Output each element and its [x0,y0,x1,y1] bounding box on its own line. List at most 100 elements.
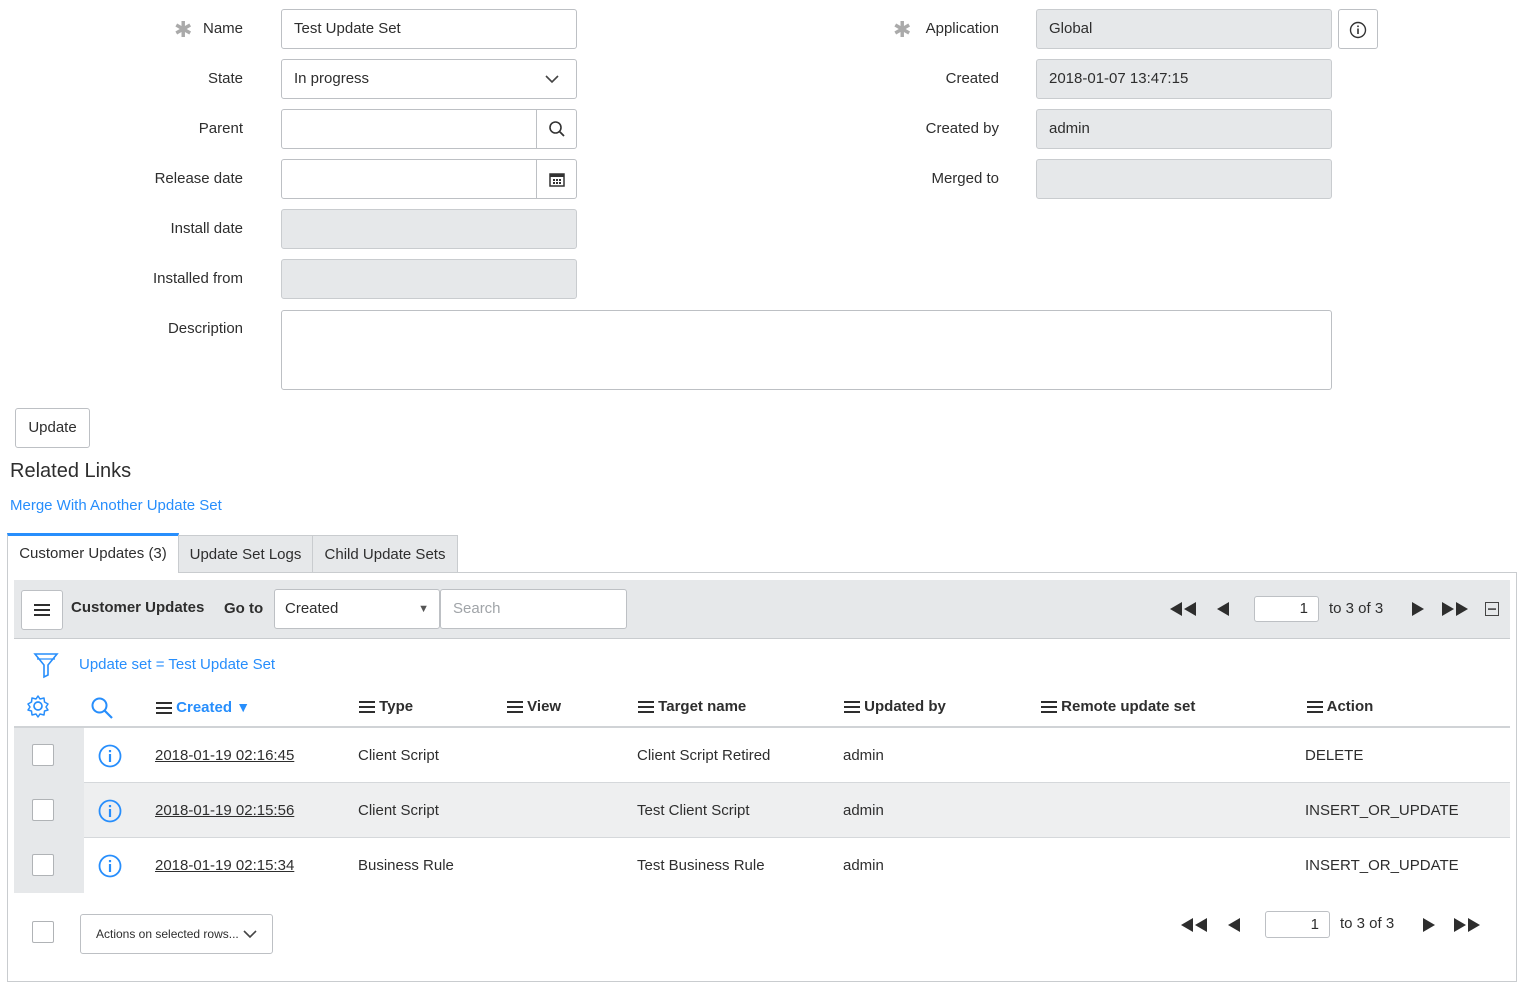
info-icon [1349,21,1367,39]
hamburger-icon [507,698,523,716]
cell-action: INSERT_OR_UPDATE [1305,802,1459,819]
related-links-heading: Related Links [10,460,132,482]
hamburger-icon [359,698,375,716]
hamburger-icon [156,699,172,717]
col-header-type[interactable]: Type [359,696,413,718]
chevron-down-icon [545,75,559,84]
row-checkbox[interactable] [32,799,54,821]
select-all-checkbox[interactable] [32,921,54,943]
cell-created[interactable]: 2018-01-19 02:15:34 [155,838,294,893]
install-date-field [281,209,577,249]
goto-field-value: Created [285,600,339,617]
cell-type: Client Script [358,747,439,764]
page-info: to 3 of 3 [1329,600,1384,617]
col-header-view-label: View [527,698,562,715]
installed-from-label: Installed from [152,270,243,287]
first-page-icon[interactable] [1179,917,1211,933]
last-page-icon[interactable] [1440,601,1472,617]
release-date-picker-button[interactable] [536,160,576,198]
sort-desc-icon: ▼ [236,699,251,715]
col-header-view[interactable]: View [507,696,561,718]
merged-to-label: Merged to [931,170,999,187]
actions-on-selected-select[interactable]: Actions on selected rows... [80,914,273,954]
cell-action: INSERT_OR_UPDATE [1305,857,1459,874]
next-page-icon[interactable] [1421,917,1437,933]
created-by-label: Created by [925,120,999,137]
collapse-icon[interactable] [1485,602,1499,616]
application-field: Global [1036,9,1332,49]
created-value: 2018-01-07 13:47:15 [1049,70,1189,87]
col-header-target-name[interactable]: Target name [638,696,746,718]
cell-target-name: Test Business Rule [637,857,765,874]
footer-page-info: to 3 of 3 [1340,915,1395,932]
list-search-input[interactable]: Search [440,589,627,629]
update-button[interactable]: Update [15,408,90,448]
col-header-updated-by[interactable]: Updated by [844,696,946,718]
goto-field-select[interactable]: Created ▼ [274,589,440,629]
merged-to-field [1036,159,1332,199]
list-menu-button[interactable] [21,590,63,630]
calendar-icon [548,173,565,187]
cell-created[interactable]: 2018-01-19 02:16:45 [155,728,294,783]
hamburger-icon [638,698,654,716]
list-title: Customer Updates [71,599,205,616]
application-info-button[interactable] [1338,9,1378,49]
state-label: State [207,70,243,87]
installed-from-field [281,259,577,299]
info-icon[interactable] [98,799,122,823]
state-select[interactable]: In progress [281,59,577,99]
tab-customer-updates[interactable]: Customer Updates (3) [7,533,179,573]
merge-update-set-link[interactable]: Merge With Another Update Set [10,497,222,514]
row-checkbox[interactable] [32,744,54,766]
name-field[interactable]: Test Update Set [281,9,577,49]
next-page-icon[interactable] [1410,601,1426,617]
footer-page-number-value: 1 [1310,916,1319,933]
col-header-type-label: Type [379,698,414,715]
gear-icon[interactable] [26,694,50,718]
info-icon[interactable] [98,854,122,878]
created-field: 2018-01-07 13:47:15 [1036,59,1332,99]
col-header-remote-update-set-label: Remote update set [1061,698,1196,715]
state-select-value: In progress [294,70,370,87]
description-textarea[interactable] [281,310,1332,390]
col-header-remote-update-set[interactable]: Remote update set [1041,696,1195,718]
footer-page-number-input[interactable]: 1 [1265,911,1330,938]
filter-icon[interactable] [33,651,59,679]
hamburger-icon [34,601,50,619]
table-row: 2018-01-19 02:15:34 Business Rule Test B… [14,838,1510,893]
col-header-updated-by-label: Updated by [864,698,946,715]
parent-label: Parent [198,120,243,137]
col-header-action-label: Action [1326,698,1374,715]
goto-label: Go to [224,600,264,617]
last-page-icon[interactable] [1452,917,1484,933]
filter-breadcrumb[interactable]: Update set = Test Update Set [79,656,275,673]
created-label: Created [945,70,999,87]
actions-on-selected-label: Actions on selected rows... [96,927,239,941]
cell-target-name: Client Script Retired [637,747,771,764]
tab-update-set-logs[interactable]: Update Set Logs [178,535,313,573]
col-header-created-label: Created [176,699,233,716]
row-checkbox[interactable] [32,854,54,876]
prev-page-icon[interactable] [1226,917,1242,933]
column-search-icon[interactable] [90,696,114,720]
cell-created[interactable]: 2018-01-19 02:15:56 [155,783,294,838]
dropdown-triangle-icon: ▼ [418,603,429,615]
prev-page-icon[interactable] [1215,601,1231,617]
parent-lookup-button[interactable] [536,110,576,148]
hamburger-icon [844,698,860,716]
hamburger-icon [1307,698,1323,716]
page-number-input[interactable]: 1 [1254,596,1319,622]
tab-child-update-sets[interactable]: Child Update Sets [312,535,458,573]
parent-field[interactable] [281,109,577,149]
first-page-icon[interactable] [1168,601,1200,617]
col-header-created[interactable]: Created ▼ [156,696,250,718]
cell-updated-by: admin [843,857,884,874]
name-field-value: Test Update Set [294,20,401,37]
cell-target-name: Test Client Script [637,802,750,819]
release-date-field[interactable] [281,159,577,199]
col-header-action[interactable]: Action [1307,696,1373,718]
info-icon[interactable] [98,744,122,768]
created-by-value: admin [1049,120,1090,137]
table-row: 2018-01-19 02:16:45 Client Script Client… [14,728,1510,783]
page-number-value: 1 [1299,600,1308,617]
